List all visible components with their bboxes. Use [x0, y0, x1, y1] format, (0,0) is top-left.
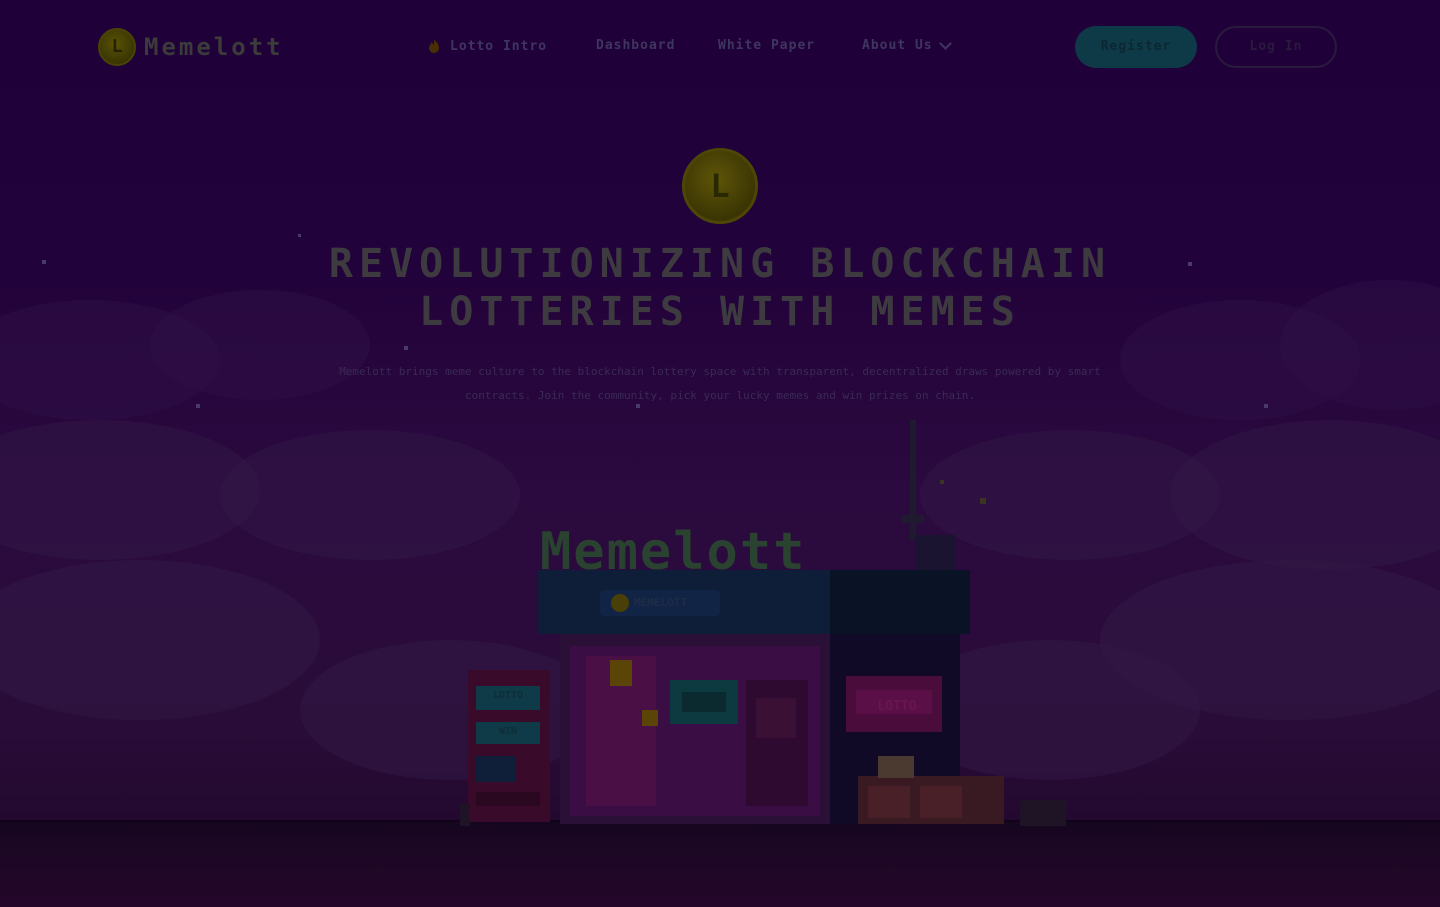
nav-item-dashboard[interactable]: Dashboard — [596, 38, 675, 53]
vending-label-2: WIN — [498, 726, 518, 737]
store-banner: MEMELOTT — [634, 596, 687, 609]
nav-item-lotto-intro[interactable]: Lotto Intro — [426, 38, 547, 54]
vending-label-1: LOTTO — [492, 690, 524, 701]
fire-icon — [429, 39, 439, 53]
nav-item-about-us[interactable]: About Us — [862, 37, 952, 53]
nav-label: About Us — [862, 38, 933, 53]
hero-title-line-2: LOTTERIES WITH MEMES — [419, 289, 1021, 335]
hero-coin-icon: L — [682, 148, 758, 224]
store-sign: Memelott — [540, 522, 807, 582]
hero-title-line-1: REVOLUTIONIZING BLOCKCHAIN — [328, 241, 1112, 287]
nav-label: Lotto Intro — [450, 38, 548, 54]
lottery-store-illustration — [460, 420, 1066, 826]
hero-title: REVOLUTIONIZING BLOCKCHAIN LOTTERIES WIT… — [220, 240, 1220, 336]
chevron-down-icon — [938, 37, 952, 50]
ground — [0, 822, 1440, 907]
store-window-sign: LOTTO — [877, 699, 917, 714]
site-header: L Memelott Lotto Intro Dashboard White P… — [0, 0, 1440, 96]
hero-description: Memelott brings meme culture to the bloc… — [339, 365, 1101, 402]
nav-item-white-paper[interactable]: White Paper — [718, 38, 815, 53]
brand-logo[interactable]: L Memelott — [98, 28, 284, 66]
register-button[interactable]: Register — [1075, 26, 1197, 68]
brand-name: Memelott — [144, 33, 284, 61]
coin-logo-icon: L — [98, 28, 136, 66]
nav-label: Dashboard — [596, 38, 676, 53]
nav-label: White Paper — [718, 38, 816, 53]
login-button[interactable]: Log In — [1215, 26, 1337, 68]
